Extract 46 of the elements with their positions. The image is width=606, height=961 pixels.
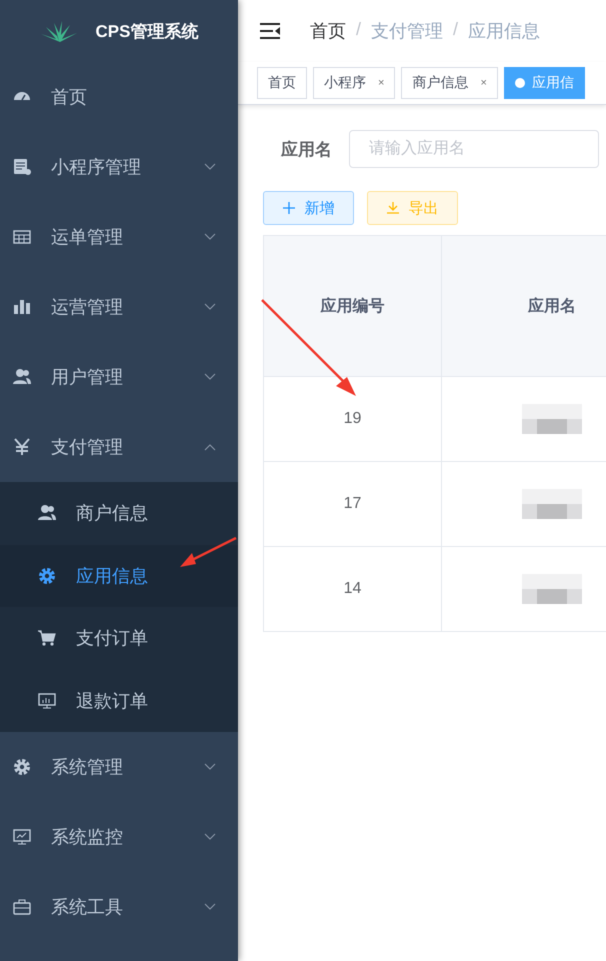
gear-icon: [37, 566, 57, 586]
bar-chart-icon: [12, 297, 32, 317]
table-cell: 14: [264, 546, 442, 632]
submenu-item[interactable]: 应用信息: [0, 544, 238, 607]
gear-icon: [12, 757, 32, 777]
breadcrumb-item: 支付管理: [371, 20, 444, 43]
menu-icon[interactable]: [260, 23, 280, 39]
search-field[interactable]: 请输入应用名: [349, 130, 599, 168]
blurred-text: [522, 489, 582, 519]
app-title: CPS管理系统: [96, 20, 198, 42]
monitor-icon: [12, 827, 32, 847]
column-header: 应用编号: [264, 236, 442, 376]
yen-icon: [12, 437, 32, 457]
column-header: 应用名: [442, 236, 606, 376]
submenu-item[interactable]: 商户信息: [0, 482, 238, 544]
menu-item[interactable]: 支付管理: [0, 412, 238, 482]
download-icon: [386, 202, 398, 214]
logo-icon: [40, 19, 78, 43]
menu-item[interactable]: 系统监控: [0, 802, 238, 872]
arrow: [180, 536, 237, 567]
field-label: 应用名: [281, 138, 332, 160]
menu-item[interactable]: 系统工具: [0, 872, 238, 942]
breadcrumb-item: 应用信息: [468, 20, 540, 43]
monitor-icon: [37, 690, 57, 711]
menu-item[interactable]: 系统管理: [0, 732, 238, 802]
breadcrumb-separator: /: [453, 19, 458, 41]
tab[interactable]: 首页: [257, 67, 307, 99]
menu-item[interactable]: 小程序管理: [0, 132, 238, 202]
tab[interactable]: 小程序 ×: [313, 67, 396, 99]
plus-icon: [282, 202, 294, 214]
breadcrumb-separator: /: [356, 19, 362, 41]
toolbox-icon: [12, 897, 32, 917]
menu-item[interactable]: 用户管理: [0, 342, 238, 412]
submenu-item[interactable]: 退款订单: [0, 670, 238, 732]
tab[interactable]: 商户信息 ×: [401, 67, 498, 99]
menu-item[interactable]: 首页: [0, 62, 238, 132]
document-icon: [12, 157, 32, 177]
breadcrumb-item[interactable]: 首页: [310, 19, 346, 43]
cart-icon: [37, 628, 57, 648]
submenu-item[interactable]: 支付订单: [0, 607, 238, 670]
table-cell: 17: [264, 462, 442, 546]
users-icon: [12, 367, 32, 387]
menu-item[interactable]: 运单管理: [0, 202, 238, 272]
blurred-text: [522, 574, 582, 604]
menu-item[interactable]: 运营管理: [0, 272, 238, 342]
blurred-text: [522, 404, 582, 434]
